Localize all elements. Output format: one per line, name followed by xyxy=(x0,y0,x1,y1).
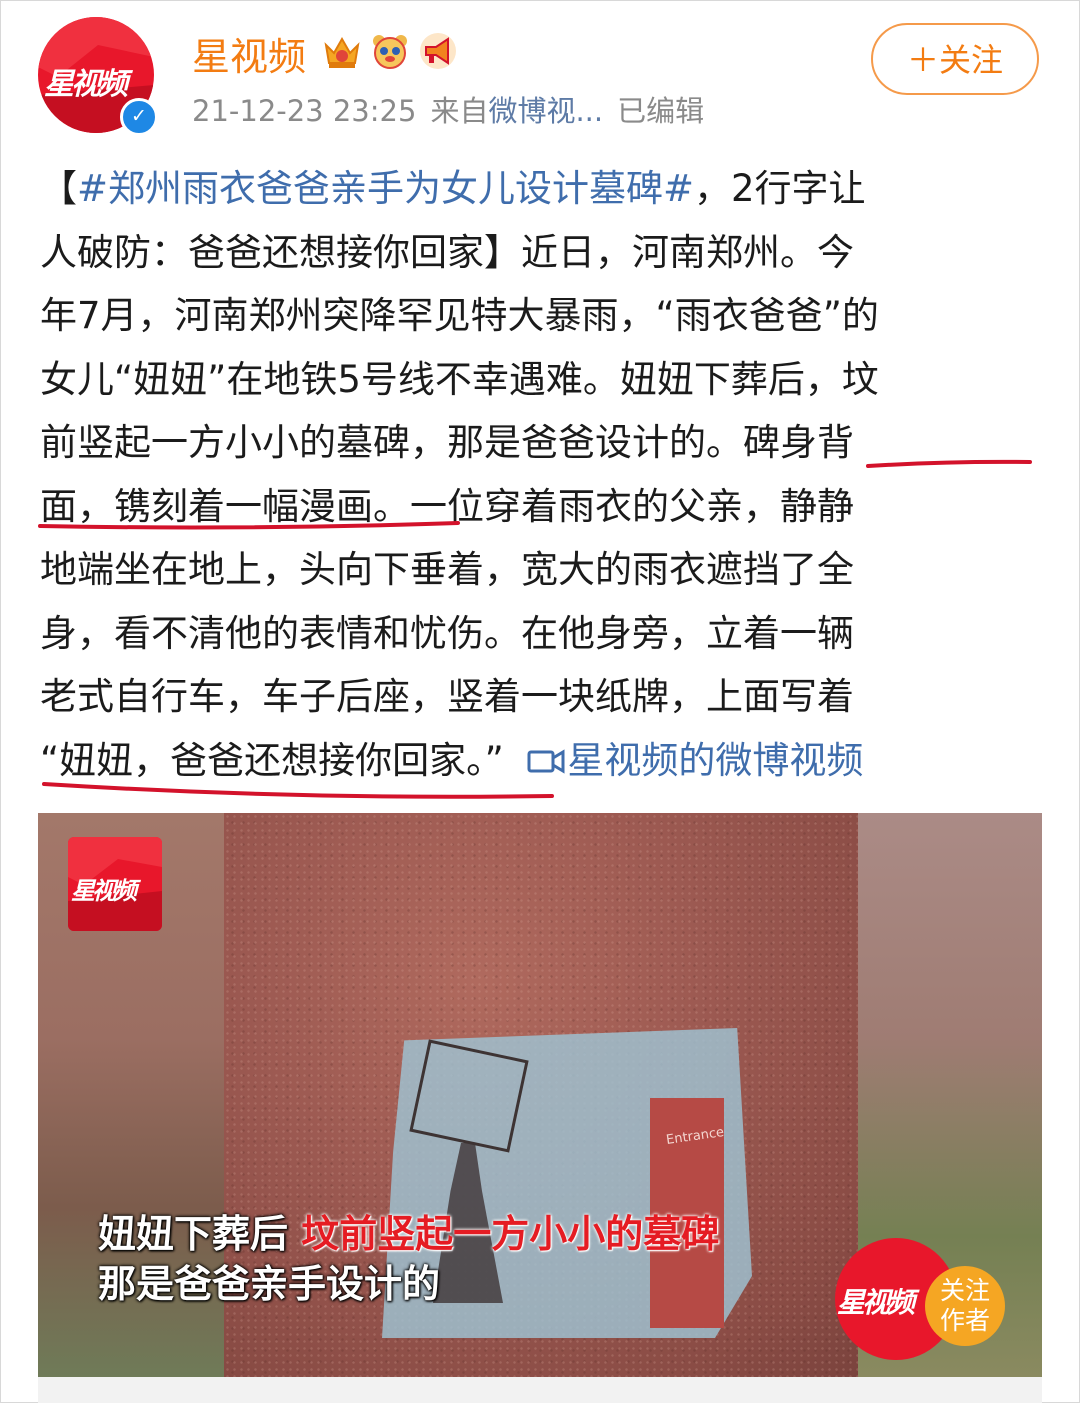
author-logo-text: 星视频 xyxy=(837,1286,915,1319)
subtitle-highlight: 坟前竖起一方小小的墓碑 xyxy=(301,1212,720,1256)
follow-author-widget[interactable]: 星视频 关注 作者 xyxy=(835,1238,1005,1360)
post-line: 人破防：爸爸还想接你回家】近日，河南郑州。今 xyxy=(40,230,854,274)
post-timestamp: 21-12-23 23:25 xyxy=(192,94,417,128)
username[interactable]: 星视频 xyxy=(192,26,306,81)
video-camera-icon xyxy=(527,748,565,774)
post-line: 地端坐在地上，头向下垂着，宽大的雨衣遮挡了全 xyxy=(40,548,854,591)
video-link[interactable]: 星视频的微博视频 xyxy=(527,739,863,782)
post-line: 年7月，河南郑州突降罕见特大暴雨，“雨衣爸爸”的 xyxy=(40,294,879,337)
post-line: 女儿“妞妞”在地铁5号线不幸遇难。妞妞下葬后，坟 xyxy=(40,357,879,401)
post-line-text: ，2行字让 xyxy=(694,167,866,210)
post-line: “妞妞，爸爸还想接你回家。” 星视频的微博视频 xyxy=(40,729,1050,793)
post-source-link[interactable]: 微博视... xyxy=(488,94,603,128)
follow-button[interactable]: ＋关注 xyxy=(871,23,1039,95)
bracket: 【 xyxy=(40,167,77,210)
edited-label[interactable]: 已编辑 xyxy=(617,94,704,128)
bear-badge-icon[interactable] xyxy=(370,31,410,71)
video-player[interactable]: Entrance 星视频 妞妞下葬后 坟前竖起一方小小的墓碑 那是爸爸亲手设计的… xyxy=(38,813,1042,1377)
post-line: 前竖起一方小小的墓碑，那是爸爸设计的。碑身背 xyxy=(40,421,854,464)
follow-author-l2: 作者 xyxy=(939,1306,990,1335)
post-line-text: “妞妞，爸爸还想接你回家。” xyxy=(40,738,504,782)
video-subtitle-line1: 妞妞下葬后 坟前竖起一方小小的墓碑 xyxy=(98,1203,719,1258)
avatar-logo-text: 星视频 xyxy=(44,67,128,102)
crown-badge-icon[interactable] xyxy=(322,31,362,71)
source-prefix: 来自 xyxy=(430,94,489,128)
bottom-strip xyxy=(38,1377,1042,1403)
verified-icon: ✓ xyxy=(120,98,158,136)
subtitle-white: 妞妞下葬后 xyxy=(98,1212,289,1256)
post-line: 【#郑州雨衣爸爸亲手为女儿设计墓碑#，2行字让 xyxy=(40,157,1050,221)
video-logo-text: 星视频 xyxy=(71,877,137,905)
video-subtitle-line2: 那是爸爸亲手设计的 xyxy=(98,1262,441,1306)
post-line: 面，镌刻着一幅漫画。一位穿着雨衣的父亲，静静 xyxy=(40,484,854,528)
post-line: 身，看不清他的表情和忧伤。在他身旁，立着一辆 xyxy=(40,611,854,655)
video-link-label: 星视频的微博视频 xyxy=(567,738,864,782)
follow-author-button[interactable]: 关注 作者 xyxy=(925,1266,1005,1346)
topic-hashtag-link[interactable]: #郑州雨衣爸爸亲手为女儿设计墓碑# xyxy=(77,167,694,210)
post-line: 老式自行车，车子后座，竖着一块纸牌，上面写着 xyxy=(40,675,854,718)
follow-author-l1: 关注 xyxy=(939,1276,990,1305)
post-text: 【#郑州雨衣爸爸亲手为女儿设计墓碑#，2行字让 人破防：爸爸还想接你回家】近日，… xyxy=(40,157,1050,792)
video-watermark-logo: 星视频 xyxy=(68,837,162,931)
post-meta: 21-12-23 23:25 来自微博视... 已编辑 xyxy=(192,88,704,130)
megaphone-badge-icon[interactable] xyxy=(418,31,458,71)
